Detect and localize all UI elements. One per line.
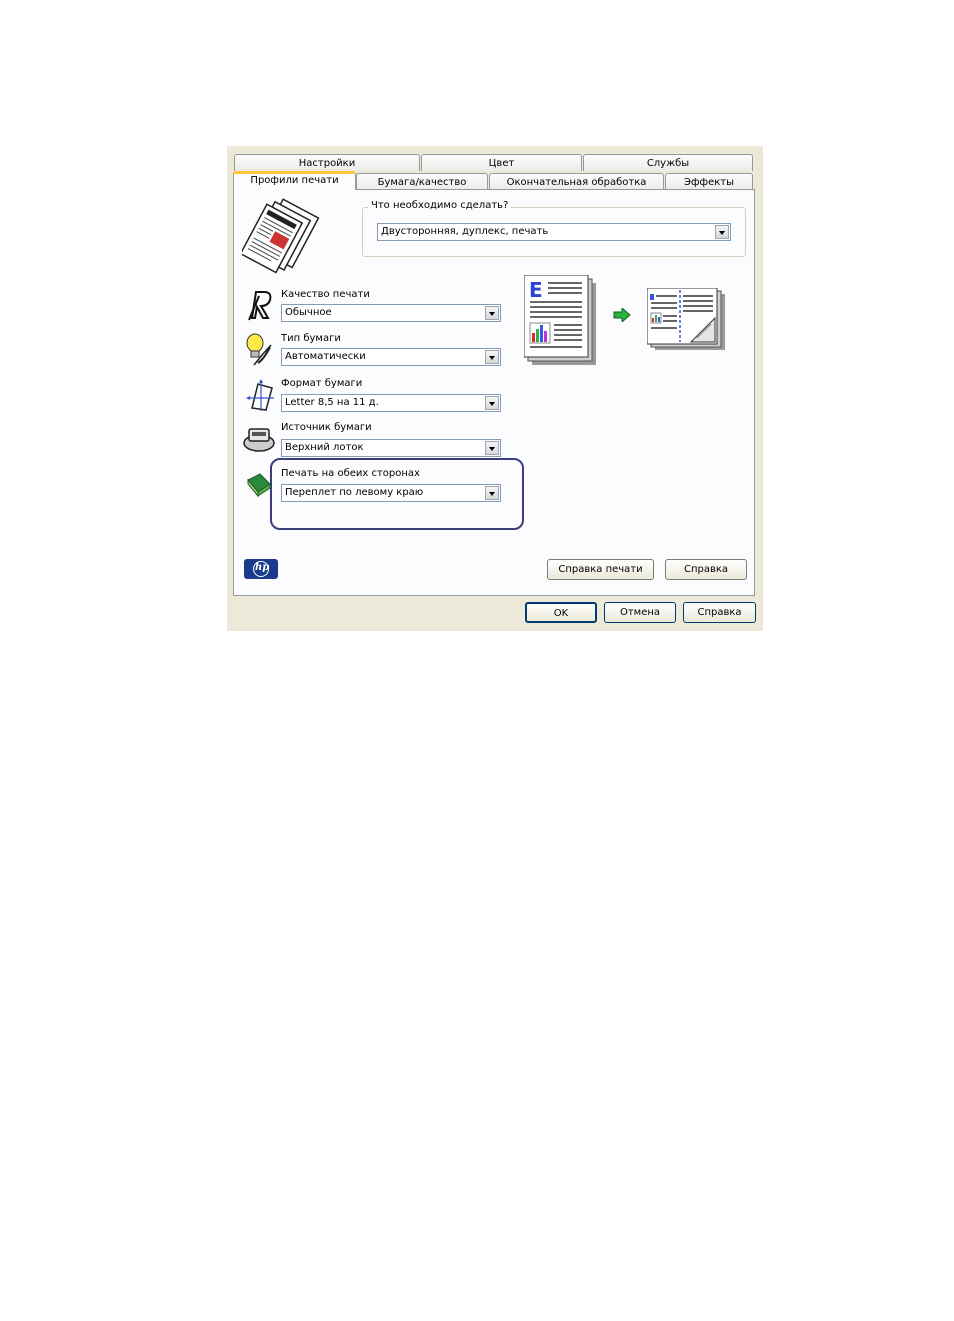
chevron-down-icon[interactable] — [485, 350, 499, 364]
print-profiles-icon — [242, 198, 320, 274]
tab-panel: Что необходимо сделать? Двусторонняя, ду… — [233, 189, 755, 596]
paper-source-select[interactable]: Верхний лоток — [281, 439, 501, 457]
paper-source-icon — [243, 428, 275, 452]
page-preview-front: E — [524, 275, 596, 365]
paper-size-select[interactable]: Letter 8,5 на 11 д. — [281, 394, 501, 412]
paper-source-label: Источник бумаги — [281, 422, 372, 433]
duplex-select[interactable]: Переплет по левому краю — [281, 484, 501, 502]
chevron-down-icon[interactable] — [485, 486, 499, 500]
cancel-button[interactable]: Отмена — [604, 602, 676, 623]
arrow-right-icon — [613, 308, 631, 322]
paper-source-value: Верхний лоток — [285, 442, 364, 453]
help-footer-button[interactable]: Справка — [683, 602, 756, 623]
duplex-value: Переплет по левому краю — [285, 487, 424, 498]
paper-type-value: Автоматически — [285, 351, 366, 362]
lightbulb-icon — [246, 333, 272, 366]
hp-logo-text: hp — [255, 562, 270, 573]
tab-services[interactable]: Службы — [583, 154, 753, 171]
task-group-label: Что необходимо сделать? — [368, 200, 512, 211]
paper-type-select[interactable]: Автоматически — [281, 348, 501, 366]
task-select-value: Двусторонняя, дуплекс, печать — [381, 226, 549, 237]
chevron-down-icon[interactable] — [485, 306, 499, 320]
tab-effects[interactable]: Эффекты — [665, 173, 753, 190]
paper-size-label: Формат бумаги — [281, 378, 363, 389]
quality-select[interactable]: Обычное — [281, 304, 501, 322]
paper-size-value: Letter 8,5 на 11 д. — [285, 397, 379, 408]
quality-value: Обычное — [285, 307, 332, 318]
preview-letter: E — [529, 278, 543, 302]
page-preview-duplex — [647, 288, 725, 350]
tab-finishing[interactable]: Окончательная обработка — [489, 173, 664, 190]
paper-size-icon — [246, 379, 274, 411]
ok-button[interactable]: OK — [525, 602, 597, 623]
help-button[interactable]: Справка — [665, 559, 747, 580]
hp-logo: hp — [244, 559, 278, 579]
chevron-down-icon[interactable] — [715, 225, 729, 239]
tab-settings[interactable]: Настройки — [234, 154, 420, 171]
duplex-label: Печать на обеих сторонах — [281, 468, 420, 479]
print-dialog: Настройки Цвет Службы Профили печати Бум… — [227, 146, 763, 631]
tab-paper-quality[interactable]: Бумага/качество — [356, 173, 488, 190]
paper-type-label: Тип бумаги — [281, 333, 341, 344]
chevron-down-icon[interactable] — [485, 441, 499, 455]
tab-print-profiles[interactable]: Профили печати — [233, 171, 356, 190]
quality-label: Качество печати — [281, 289, 370, 300]
tab-color[interactable]: Цвет — [421, 154, 582, 171]
task-select[interactable]: Двусторонняя, дуплекс, печать — [377, 223, 731, 241]
chevron-down-icon[interactable] — [485, 396, 499, 410]
duplex-icon — [247, 473, 271, 498]
quality-icon — [248, 291, 272, 321]
print-help-button[interactable]: Справка печати — [547, 559, 654, 580]
